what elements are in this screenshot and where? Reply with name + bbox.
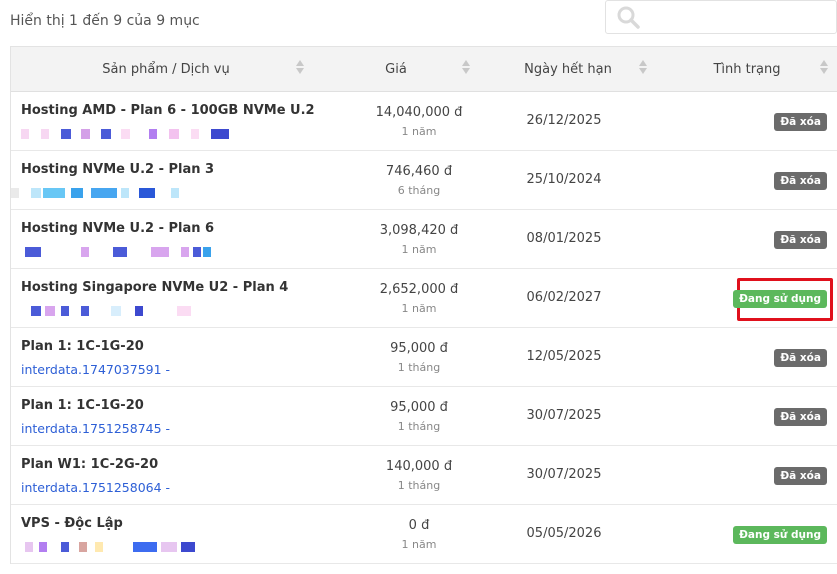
table-row[interactable]: Plan 1: 1C-1G-20 interdata.1747037591 - … — [11, 328, 837, 387]
expiry-date: 06/02/2027 — [526, 290, 602, 305]
status-badge: Đã xóa — [774, 231, 827, 249]
table-row[interactable]: Hosting AMD - Plan 6 - 100GB NVMe U.2 14… — [11, 92, 837, 151]
search-icon — [617, 6, 640, 29]
column-header-price[interactable]: Giá — [321, 47, 471, 92]
redacted-domain — [21, 306, 241, 318]
table-row[interactable]: Hosting NVMe U.2 - Plan 3 746,460 đ 6 th… — [11, 151, 837, 210]
services-table: Sản phẩm / Dịch vụ Giá Ngày hết hạn Tình… — [10, 46, 837, 564]
column-header-price-label: Giá — [385, 62, 407, 77]
status-badge: Đã xóa — [774, 113, 827, 131]
expiry-date: 26/12/2025 — [526, 113, 602, 128]
search-input[interactable] — [605, 0, 837, 34]
table-row[interactable]: Hosting Singapore NVMe U2 - Plan 4 2,652… — [11, 269, 837, 328]
table-row[interactable]: VPS - Độc Lập 0 đ 1 năm 05/05/2026 Đang … — [11, 505, 837, 564]
product-name[interactable]: Plan 1: 1C-1G-20 — [21, 339, 144, 354]
domain-link[interactable]: interdata.1751258745 - — [21, 421, 170, 436]
column-header-product-label: Sản phẩm / Dịch vụ — [102, 62, 230, 77]
column-header-expiry-label: Ngày hết hạn — [524, 62, 612, 77]
status-badge: Đang sử dụng — [733, 290, 827, 308]
domain-link[interactable]: interdata.1751258064 - — [21, 480, 170, 495]
product-name[interactable]: Plan 1: 1C-1G-20 — [21, 398, 144, 413]
sort-icon[interactable] — [639, 60, 647, 78]
redacted-domain — [11, 188, 241, 200]
product-name[interactable]: VPS - Độc Lập — [21, 516, 123, 531]
product-name[interactable]: Hosting NVMe U.2 - Plan 3 — [21, 162, 214, 177]
status-badge: Đã xóa — [774, 467, 827, 485]
expiry-date: 12/05/2025 — [526, 349, 602, 364]
status-badge: Đã xóa — [774, 349, 827, 367]
expiry-date: 05/05/2026 — [526, 526, 602, 541]
redacted-domain — [21, 542, 241, 554]
redacted-domain — [21, 129, 241, 141]
product-name[interactable]: Plan W1: 1C-2G-20 — [21, 457, 158, 472]
domain-link[interactable]: interdata.1747037591 - — [21, 362, 170, 377]
product-name[interactable]: Hosting Singapore NVMe U2 - Plan 4 — [21, 280, 288, 295]
sort-icon[interactable] — [296, 60, 304, 78]
status-badge: Đã xóa — [774, 408, 827, 426]
table-row[interactable]: Plan 1: 1C-1G-20 interdata.1751258745 - … — [11, 387, 837, 446]
product-name[interactable]: Hosting AMD - Plan 6 - 100GB NVMe U.2 — [21, 103, 315, 118]
expiry-date: 08/01/2025 — [526, 231, 602, 246]
column-header-product[interactable]: Sản phẩm / Dịch vụ — [11, 47, 321, 92]
status-badge: Đang sử dụng — [733, 526, 827, 544]
table-header: Sản phẩm / Dịch vụ Giá Ngày hết hạn Tình… — [11, 47, 837, 92]
sort-icon[interactable] — [462, 60, 470, 78]
column-header-status-label: Tình trạng — [713, 62, 781, 77]
column-header-expiry[interactable]: Ngày hết hạn — [481, 47, 655, 92]
status-badge: Đã xóa — [774, 172, 827, 190]
expiry-date: 30/07/2025 — [526, 408, 602, 423]
expiry-date: 25/10/2024 — [526, 172, 602, 187]
table-row[interactable]: Hosting NVMe U.2 - Plan 6 3,098,420 đ 1 … — [11, 210, 837, 269]
expiry-date: 30/07/2025 — [526, 467, 602, 482]
sort-icon[interactable] — [820, 60, 828, 78]
table-row[interactable]: Plan W1: 1C-2G-20 interdata.1751258064 -… — [11, 446, 837, 505]
redacted-domain — [21, 247, 241, 259]
column-header-status[interactable]: Tình trạng — [661, 47, 833, 92]
product-name[interactable]: Hosting NVMe U.2 - Plan 6 — [21, 221, 214, 236]
table-info-text: Hiển thị 1 đến 9 của 9 mục — [10, 13, 200, 29]
